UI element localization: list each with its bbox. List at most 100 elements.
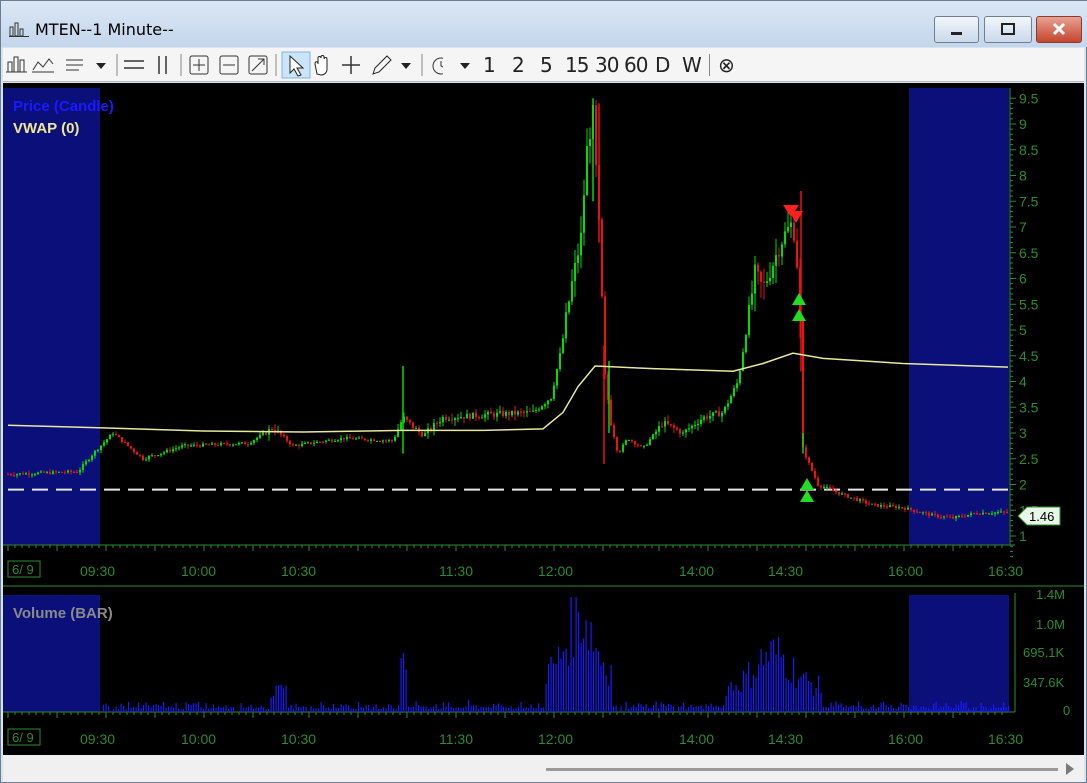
volume-bar — [810, 682, 812, 712]
crosshair-icon[interactable] — [342, 56, 360, 74]
candle-body — [565, 312, 567, 339]
candle-body — [196, 444, 198, 446]
candle-body — [85, 461, 87, 465]
candle-body — [358, 437, 360, 439]
volume-bar — [598, 651, 600, 712]
hand-icon[interactable] — [314, 55, 328, 76]
candle-body — [343, 437, 345, 440]
candle-body — [997, 512, 999, 514]
scroll-right-icon[interactable] — [1063, 761, 1077, 777]
period-daily-button[interactable]: D — [655, 52, 670, 78]
time-label: 10:30 — [281, 731, 316, 747]
candle-body — [460, 417, 462, 419]
volume-bar — [620, 706, 622, 712]
horizontal-line-icon[interactable] — [124, 60, 144, 69]
horizontal-scrollbar[interactable] — [3, 755, 1084, 782]
bar-chart-icon[interactable] — [6, 56, 27, 73]
scrollbar-thumb[interactable] — [546, 768, 1058, 771]
period-60-button[interactable]: 60 — [624, 52, 648, 78]
candle-body — [871, 503, 873, 505]
maximize-button[interactable] — [984, 16, 1032, 43]
candle-body — [454, 418, 456, 421]
candle-body — [205, 443, 207, 445]
chart-area[interactable]: 9.598.587.576.565.554.543.532.521.51 — [3, 83, 1084, 755]
candle-body — [79, 469, 81, 473]
candle-body — [154, 455, 156, 457]
minimize-button[interactable] — [934, 16, 979, 43]
close-chart-icon[interactable]: ⊗ — [718, 52, 735, 78]
candle-body — [223, 443, 225, 445]
volume-bar — [320, 702, 322, 712]
time-label: 16:00 — [888, 731, 923, 747]
candle-body — [463, 417, 465, 419]
time-label: 16:30 — [988, 731, 1023, 747]
vertical-line-icon[interactable] — [158, 56, 167, 74]
volume-bar — [215, 708, 217, 712]
time-label: 16:30 — [988, 563, 1023, 579]
volume-bar — [155, 704, 157, 712]
zoom-fit-icon[interactable] — [219, 55, 239, 75]
candle-body — [898, 507, 900, 509]
period-2-button[interactable]: 2 — [512, 52, 525, 78]
candle-body — [406, 416, 408, 420]
volume-bar — [183, 709, 185, 712]
candle-body — [574, 262, 576, 282]
candle-body — [832, 488, 834, 491]
volume-bar — [305, 707, 307, 712]
close-button[interactable] — [1036, 16, 1082, 43]
pencil-icon[interactable] — [372, 55, 392, 75]
candle-body — [862, 499, 864, 501]
candle-body — [538, 409, 540, 411]
candle-body — [445, 416, 447, 420]
candle-body — [415, 427, 417, 429]
period-30-button[interactable]: 30 — [595, 52, 619, 78]
volume-bar — [338, 708, 340, 712]
zoom-box-icon[interactable] — [248, 55, 268, 75]
candle-body — [796, 240, 798, 268]
volume-bar — [645, 704, 647, 712]
candle-body — [535, 410, 537, 412]
volume-bar — [398, 705, 400, 712]
volume-bar — [258, 707, 260, 712]
volume-bar — [150, 707, 152, 712]
candle-body — [664, 421, 666, 427]
period-1-button[interactable]: 1 — [483, 52, 496, 78]
candle-body — [967, 514, 969, 517]
volume-bar — [893, 707, 895, 712]
candle-body — [838, 492, 840, 495]
candle-body — [145, 459, 147, 461]
candle-body — [334, 440, 336, 442]
volume-bar — [585, 620, 587, 712]
list-icon[interactable] — [66, 59, 83, 71]
dropdown-icon[interactable] — [401, 63, 411, 69]
dropdown-icon[interactable] — [96, 63, 106, 69]
candle-body — [337, 440, 339, 442]
volume-bar — [330, 709, 332, 712]
candle-body — [733, 388, 735, 396]
period-15-button[interactable]: 15 — [565, 52, 589, 78]
candle-body — [781, 244, 783, 257]
candle-body — [253, 440, 255, 443]
volume-bar — [208, 709, 210, 712]
volume-bar — [483, 707, 485, 712]
volume-bar — [818, 675, 820, 712]
candle-body — [13, 474, 15, 476]
volume-bar — [548, 663, 550, 712]
zoom-in-icon[interactable] — [189, 55, 209, 75]
volume-bar — [778, 637, 780, 712]
volume-bar — [448, 702, 450, 712]
volume-bar — [948, 706, 950, 712]
period-weekly-button[interactable]: W — [682, 52, 702, 78]
volume-bar — [360, 706, 362, 712]
candle-body — [595, 104, 597, 166]
price-axis-label: 8 — [1019, 168, 1027, 184]
line-chart-icon[interactable] — [32, 58, 54, 73]
candle-body — [295, 445, 297, 447]
volume-bar — [393, 708, 395, 712]
clock-icon[interactable] — [432, 57, 443, 75]
dropdown-icon[interactable] — [458, 61, 472, 71]
candle-body — [868, 503, 870, 505]
candle-body — [1003, 511, 1005, 513]
period-5-button[interactable]: 5 — [540, 52, 553, 78]
price-volume-chart[interactable]: 9.598.587.576.565.554.543.532.521.51 — [3, 83, 1084, 755]
